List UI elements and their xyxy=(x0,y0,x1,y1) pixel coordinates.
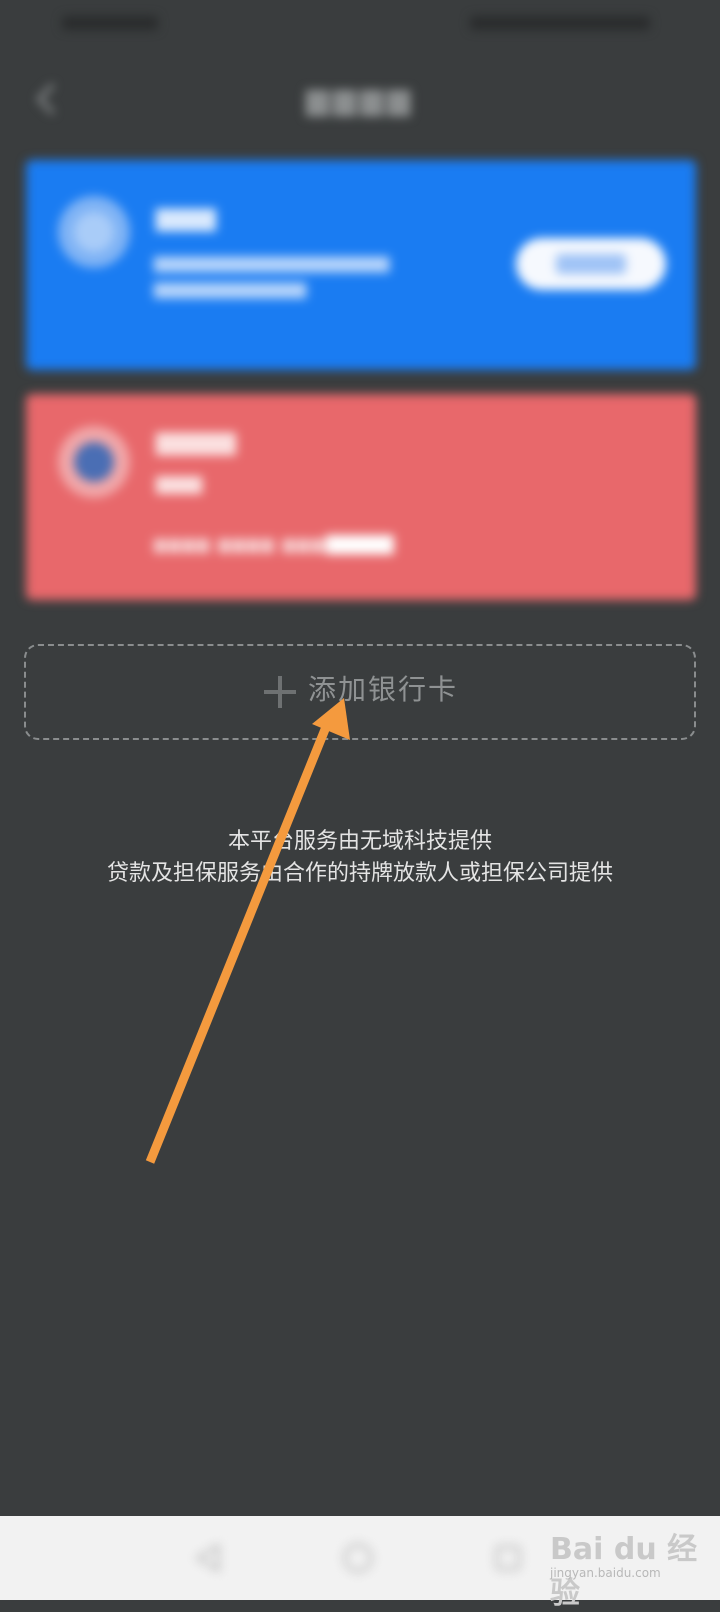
card-name: ▆▆▆ xyxy=(156,202,216,232)
card-number: ▆▆▆▆ ▆▆▆▆ ▆▆▆▆ xyxy=(154,534,340,553)
header: ▆▆▆▆ xyxy=(0,60,720,140)
disclaimer: 本平台服务由无域科技提供 贷款及担保服务由合作的持牌放款人或担保公司提供 xyxy=(0,826,720,890)
page-title: ▆▆▆▆ xyxy=(305,82,415,117)
add-bank-card-label: 添加银行卡 xyxy=(308,673,459,706)
plus-icon xyxy=(264,676,296,708)
card-logo-icon xyxy=(58,196,130,268)
bank-logo-icon xyxy=(58,426,130,498)
card-description: ▆▆▆▆▆▆▆▆▆▆▆▆▆▆▆▆▆ ▆▆▆▆▆▆▆▆▆▆▆ xyxy=(154,252,390,299)
bank-name: ▆▆▆▆ xyxy=(156,426,236,456)
disclaimer-line-2: 贷款及担保服务由合作的持牌放款人或担保公司提供 xyxy=(106,861,613,886)
nav-back-icon[interactable] xyxy=(188,1538,228,1578)
watermark-url: jingyan.baidu.com xyxy=(550,1566,661,1580)
nav-home-icon[interactable] xyxy=(338,1538,378,1578)
status-time xyxy=(62,16,158,30)
card-status: ▆▆▆▆ xyxy=(326,530,394,555)
disclaimer-line-1: 本平台服务由无域科技提供 xyxy=(227,829,492,854)
baidu-watermark: Bai du 经验 jingyan.baidu.com xyxy=(540,1520,716,1611)
status-icons xyxy=(470,16,650,30)
add-bank-card-button[interactable]: 添加银行卡 xyxy=(24,644,696,740)
nav-recent-icon[interactable] xyxy=(488,1538,528,1578)
card-type: ▆▆▆ xyxy=(156,470,203,494)
credit-card-item[interactable]: ▆▆▆ ▆▆▆▆▆▆▆▆▆▆▆▆▆▆▆▆▆ ▆▆▆▆▆▆▆▆▆▆▆ xyxy=(26,160,696,370)
bank-card-item[interactable]: ▆▆▆▆ ▆▆▆ ▆▆▆▆ ▆▆▆▆ ▆▆▆▆ ▆▆▆▆ xyxy=(26,394,696,600)
status-bar xyxy=(0,0,720,48)
open-button[interactable] xyxy=(516,238,666,290)
